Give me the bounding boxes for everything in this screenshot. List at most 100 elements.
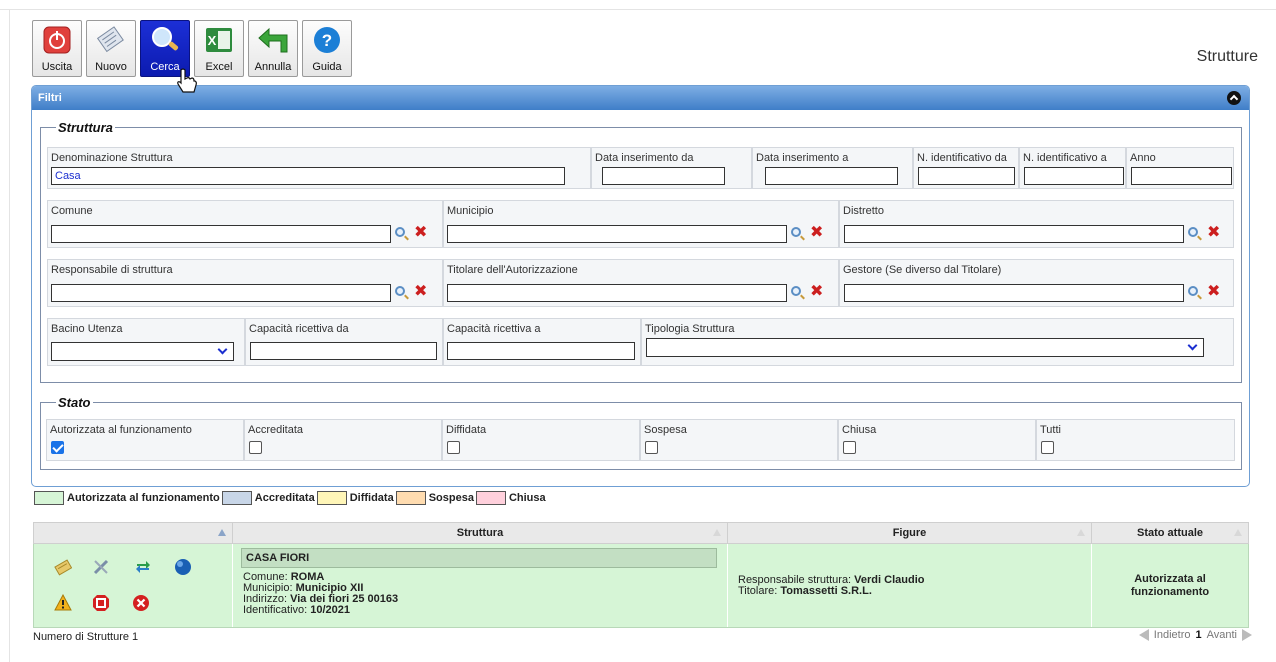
municipio-input[interactable] xyxy=(447,225,787,243)
search-icon[interactable] xyxy=(1188,286,1198,296)
denominazione-cell: Denominazione Struttura xyxy=(47,147,591,189)
chevron-down-icon xyxy=(217,344,228,355)
nid-a-input[interactable] xyxy=(1024,167,1124,185)
comune-cell: Comune ✖ xyxy=(47,200,443,248)
accreditata-checkbox[interactable] xyxy=(249,441,262,454)
search-icon[interactable] xyxy=(791,227,801,237)
tipologia-cell: Tipologia Struttura xyxy=(641,318,1234,366)
collapse-icon[interactable] xyxy=(1227,91,1241,105)
chiusa-checkbox[interactable] xyxy=(843,441,856,454)
guida-button[interactable]: ? Guida xyxy=(302,20,352,77)
close-icon[interactable] xyxy=(132,594,150,612)
distretto-input[interactable] xyxy=(844,225,1184,243)
struttura-name[interactable]: CASA FIORI xyxy=(241,548,717,568)
new-document-icon xyxy=(94,24,128,56)
stato-tutti-cell: Tutti xyxy=(1036,419,1235,461)
bacino-select[interactable] xyxy=(51,342,234,361)
table-header: Struttura Figure Stato attuale xyxy=(33,522,1249,544)
tools-icon[interactable] xyxy=(92,558,110,576)
column-header-struttura[interactable]: Struttura xyxy=(233,523,728,543)
suspend-icon[interactable] xyxy=(92,594,110,612)
status-legend: Autorizzata al funzionamento Accreditata… xyxy=(34,491,548,505)
gestore-input[interactable] xyxy=(844,284,1184,302)
data-inserimento-a-input[interactable] xyxy=(765,167,898,185)
row-stato: Autorizzata al funzionamento xyxy=(1092,544,1248,627)
data-inserimento-da-input[interactable] xyxy=(602,167,725,185)
tutti-checkbox[interactable] xyxy=(1041,441,1054,454)
search-icon[interactable] xyxy=(395,227,405,237)
stato-legend: Stato xyxy=(58,395,91,410)
warning-icon[interactable] xyxy=(54,594,72,612)
cap-da-input[interactable] xyxy=(250,342,437,360)
struttura-details: Comune: ROMA Municipio: Municipio XII In… xyxy=(243,571,399,616)
tipologia-select[interactable] xyxy=(646,338,1204,357)
titolare-input[interactable] xyxy=(447,284,787,302)
stato-autorizzata-cell: Autorizzata al funzionamento xyxy=(46,419,244,461)
pager: Indietro 1 Avanti xyxy=(1138,629,1252,641)
legend-swatch-autorizzata xyxy=(34,491,64,505)
sort-icon xyxy=(713,529,721,536)
clear-icon[interactable]: ✖ xyxy=(810,284,823,300)
comune-input[interactable] xyxy=(51,225,391,243)
hand-cursor-icon xyxy=(177,68,197,93)
denominazione-input[interactable] xyxy=(51,167,565,185)
column-header-actions[interactable] xyxy=(34,523,233,543)
edit-icon[interactable] xyxy=(54,558,72,576)
diffidata-checkbox[interactable] xyxy=(447,441,460,454)
titolare-cell: Titolare dell'Autorizzazione ✖ xyxy=(443,259,839,307)
column-header-stato[interactable]: Stato attuale xyxy=(1092,523,1248,543)
top-border xyxy=(0,9,1276,10)
column-header-figure[interactable]: Figure xyxy=(728,523,1092,543)
cap-da-cell: Capacità ricettiva da xyxy=(245,318,443,366)
bacino-cell: Bacino Utenza xyxy=(47,318,245,366)
transfer-icon[interactable] xyxy=(134,558,152,576)
current-page: 1 xyxy=(1195,629,1202,641)
nid-a-cell: N. identificativo a xyxy=(1019,147,1126,189)
nid-da-input[interactable] xyxy=(918,167,1015,185)
row-actions xyxy=(34,544,233,627)
sospesa-checkbox[interactable] xyxy=(645,441,658,454)
uscita-button[interactable]: Uscita xyxy=(32,20,82,77)
excel-icon: X xyxy=(202,24,236,56)
data-inserimento-a-cell: Data inserimento a xyxy=(752,147,913,189)
globe-icon[interactable] xyxy=(174,558,192,576)
svg-text:X: X xyxy=(208,33,217,48)
prev-link[interactable]: Indietro xyxy=(1154,629,1191,641)
stato-accreditata-cell: Accreditata xyxy=(244,419,442,461)
row-struttura: CASA FIORI Comune: ROMA Municipio: Munic… xyxy=(233,544,728,627)
responsabile-input[interactable] xyxy=(51,284,391,302)
table-row[interactable]: CASA FIORI Comune: ROMA Municipio: Munic… xyxy=(33,544,1249,628)
clear-icon[interactable]: ✖ xyxy=(1207,225,1220,241)
power-icon xyxy=(40,24,74,56)
clear-icon[interactable]: ✖ xyxy=(1207,284,1220,300)
left-border xyxy=(9,9,10,662)
undo-arrow-icon xyxy=(256,24,290,56)
anno-input[interactable] xyxy=(1131,167,1232,185)
stato-chiusa-cell: Chiusa xyxy=(838,419,1036,461)
search-icon[interactable] xyxy=(1188,227,1198,237)
excel-button[interactable]: X Excel xyxy=(194,20,244,77)
clear-icon[interactable]: ✖ xyxy=(414,284,427,300)
data-inserimento-da-cell: Data inserimento da xyxy=(591,147,752,189)
clear-icon[interactable]: ✖ xyxy=(810,225,823,241)
nuovo-button[interactable]: Nuovo xyxy=(86,20,136,77)
sort-asc-icon xyxy=(218,529,226,536)
annulla-button[interactable]: Annulla xyxy=(248,20,298,77)
prev-arrow-icon[interactable] xyxy=(1138,629,1149,641)
clear-icon[interactable]: ✖ xyxy=(414,225,427,241)
filters-panel: Filtri Struttura Denominazione Struttura… xyxy=(31,85,1250,487)
stato-attuale: Autorizzata al funzionamento xyxy=(1130,573,1210,598)
row-figure: Responsabile struttura: Verdi Claudio Ti… xyxy=(728,544,1092,627)
search-icon[interactable] xyxy=(791,286,801,296)
cap-a-input[interactable] xyxy=(447,342,635,360)
anno-cell: Anno xyxy=(1126,147,1234,189)
search-icon[interactable] xyxy=(395,286,405,296)
legend-swatch-diffidata xyxy=(316,491,347,505)
autorizzata-checkbox[interactable] xyxy=(51,441,64,454)
next-arrow-icon[interactable] xyxy=(1242,629,1252,641)
next-link[interactable]: Avanti xyxy=(1207,629,1237,641)
filters-header[interactable]: Filtri xyxy=(32,86,1249,110)
stato-sospesa-cell: Sospesa xyxy=(640,419,838,461)
page-title: Strutture xyxy=(1196,48,1258,65)
nid-da-cell: N. identificativo da xyxy=(913,147,1019,189)
